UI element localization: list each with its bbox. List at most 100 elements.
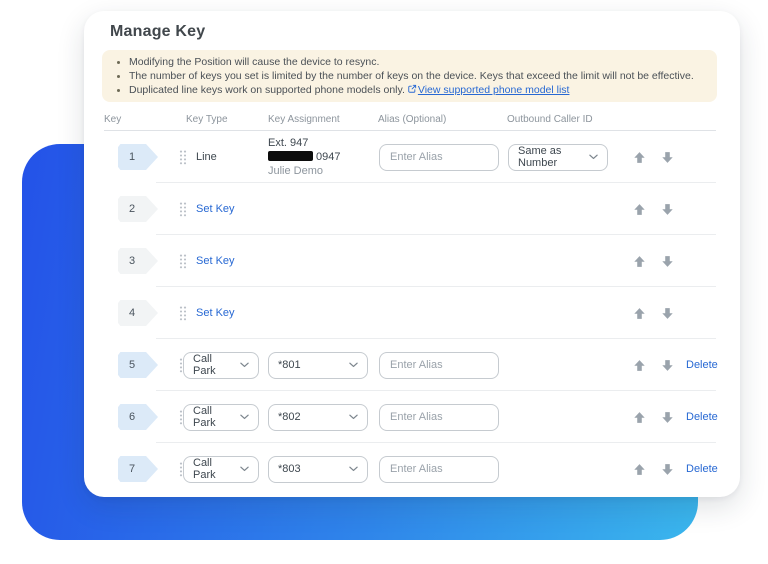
arrow-up-icon — [633, 151, 646, 164]
key-number: 5 — [129, 359, 135, 371]
table-row-key-3: 3 Set Key — [84, 235, 740, 287]
page: Manage Key Modifying the Position will c… — [0, 0, 768, 564]
chevron-down-icon — [240, 414, 249, 420]
arrow-up-icon — [633, 255, 646, 268]
table-row-key-6: 6 Call Park *802 Delete — [84, 391, 740, 443]
delete-button[interactable]: Delete — [686, 359, 718, 371]
arrow-up-icon — [633, 359, 646, 372]
table-row-key-7: 7 Call Park *803 Delete — [84, 443, 740, 495]
drag-handle[interactable] — [179, 287, 187, 339]
move-down-button[interactable] — [661, 463, 674, 476]
outbound-caller-id-select[interactable]: Same as Number — [508, 144, 608, 171]
drag-handle[interactable] — [179, 131, 187, 183]
delete-button[interactable]: Delete — [686, 463, 718, 475]
column-header-alias: Alias (Optional) — [378, 114, 446, 125]
arrow-down-icon — [661, 307, 674, 320]
arrow-down-icon — [661, 463, 674, 476]
key-number: 7 — [129, 463, 135, 475]
set-key-button[interactable]: Set Key — [196, 307, 235, 319]
drag-handle-icon — [179, 306, 187, 321]
set-key-button[interactable]: Set Key — [196, 203, 235, 215]
page-title: Manage Key — [110, 22, 740, 42]
supported-phone-model-link[interactable]: View supported phone model list — [418, 84, 570, 96]
notice-banner: Modifying the Position will cause the de… — [102, 50, 717, 102]
key-position-badge: 4 — [118, 300, 158, 326]
drag-handle-icon — [179, 150, 187, 165]
arrow-down-icon — [661, 359, 674, 372]
chevron-down-icon — [349, 414, 358, 420]
key-type-value: Call Park — [193, 353, 234, 377]
drag-handle-icon — [179, 202, 187, 217]
key-number: 6 — [129, 411, 135, 423]
arrow-up-icon — [633, 411, 646, 424]
drag-handle[interactable] — [179, 183, 187, 235]
redacted-number — [268, 151, 313, 161]
move-down-button[interactable] — [661, 307, 674, 320]
notice-text: Duplicated line keys work on supported p… — [129, 84, 405, 96]
move-up-button[interactable] — [633, 463, 646, 476]
manage-key-card: Manage Key Modifying the Position will c… — [84, 11, 740, 497]
key-assignment-select[interactable]: *802 — [268, 404, 368, 431]
notice-item: Duplicated line keys work on supported p… — [129, 83, 705, 97]
key-type-select[interactable]: Call Park — [183, 404, 259, 431]
chevron-down-icon — [240, 362, 249, 368]
delete-button[interactable]: Delete — [686, 411, 718, 423]
key-type-value: Call Park — [193, 457, 234, 481]
arrow-up-icon — [633, 203, 646, 216]
arrow-down-icon — [661, 203, 674, 216]
move-up-button[interactable] — [633, 411, 646, 424]
move-up-button[interactable] — [633, 203, 646, 216]
key-assignment-select[interactable]: *803 — [268, 456, 368, 483]
key-assignment-select[interactable]: *801 — [268, 352, 368, 379]
key-assignment-info: Ext. 947 0947 Julie Demo — [268, 136, 340, 178]
table-row-key-2: 2 Set Key — [84, 183, 740, 235]
move-down-button[interactable] — [661, 203, 674, 216]
drag-handle-icon — [179, 254, 187, 269]
alias-input[interactable] — [379, 144, 499, 171]
key-position-badge: 3 — [118, 248, 158, 274]
move-up-button[interactable] — [633, 151, 646, 164]
drag-handle[interactable] — [179, 235, 187, 287]
notice-item: Modifying the Position will cause the de… — [129, 55, 705, 69]
key-assignment-value: *801 — [278, 359, 301, 371]
key-type-value: Call Park — [193, 405, 234, 429]
key-assignment-value: *802 — [278, 411, 301, 423]
key-position-badge: 2 — [118, 196, 158, 222]
move-up-button[interactable] — [633, 255, 646, 268]
chevron-down-icon — [240, 466, 249, 472]
external-link-icon — [407, 84, 417, 94]
set-key-button[interactable]: Set Key — [196, 255, 235, 267]
arrow-up-icon — [633, 463, 646, 476]
arrow-up-icon — [633, 307, 646, 320]
key-position-badge: 5 — [118, 352, 158, 378]
move-up-button[interactable] — [633, 359, 646, 372]
chevron-down-icon — [349, 466, 358, 472]
key-number: 4 — [129, 307, 135, 319]
key-type-label: Line — [196, 131, 217, 183]
key-number: 3 — [129, 255, 135, 267]
key-type-select[interactable]: Call Park — [183, 456, 259, 483]
arrow-down-icon — [661, 411, 674, 424]
move-down-button[interactable] — [661, 411, 674, 424]
key-number: 1 — [129, 151, 135, 163]
alias-input[interactable] — [379, 456, 499, 483]
arrow-down-icon — [661, 255, 674, 268]
notice-item: The number of keys you set is limited by… — [129, 69, 705, 83]
column-header-outbound-caller-id: Outbound Caller ID — [507, 114, 593, 125]
key-position-badge: 6 — [118, 404, 158, 430]
assignment-number: 0947 — [268, 150, 340, 164]
alias-input[interactable] — [379, 404, 499, 431]
move-down-button[interactable] — [661, 359, 674, 372]
move-up-button[interactable] — [633, 307, 646, 320]
move-down-button[interactable] — [661, 255, 674, 268]
column-header-key-type: Key Type — [186, 114, 228, 125]
alias-input[interactable] — [379, 352, 499, 379]
table-row-key-5: 5 Call Park *801 Delete — [84, 339, 740, 391]
table-row-key-1: 1 Line Ext. 947 0947 Julie Demo Same as … — [84, 131, 740, 183]
key-type-select[interactable]: Call Park — [183, 352, 259, 379]
move-down-button[interactable] — [661, 151, 674, 164]
assignment-name: Julie Demo — [268, 164, 340, 178]
column-header-key-assignment: Key Assignment — [268, 114, 340, 125]
chevron-down-icon — [589, 154, 598, 160]
outbound-caller-id-value: Same as Number — [518, 145, 583, 169]
